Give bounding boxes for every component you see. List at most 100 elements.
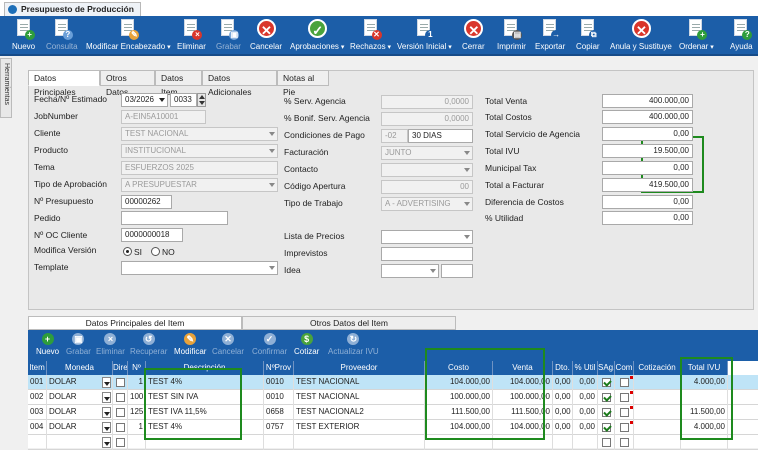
cell-sag[interactable] — [598, 375, 615, 390]
chevron-down-icon[interactable] — [102, 392, 111, 403]
noc-cliente-field[interactable]: 0000000018 — [121, 228, 183, 242]
sag-checkbox[interactable] — [602, 408, 611, 417]
cell-sag[interactable] — [598, 405, 615, 420]
tab-datos-adicionales[interactable]: Datos Adicionales — [202, 70, 277, 97]
rechazos-button[interactable]: ✕ Rechazos ▾ — [350, 18, 391, 51]
fecha-select[interactable]: 03/2026 — [121, 93, 168, 107]
dire-checkbox[interactable] — [116, 378, 125, 387]
sag-checkbox[interactable] — [602, 438, 611, 447]
item-modificar-button[interactable]: ✎ Modificar — [174, 332, 206, 356]
chevron-down-icon[interactable] — [102, 407, 111, 418]
col-header-dire[interactable]: Dire — [113, 361, 128, 375]
cerrar-button[interactable]: ✕ Cerrar — [462, 18, 485, 51]
col-header-moneda[interactable]: Moneda — [47, 361, 113, 375]
descripcion-highlight — [144, 368, 242, 440]
item-cotizar-button[interactable]: $ Cotizar — [294, 332, 319, 356]
dire-checkbox[interactable] — [116, 438, 125, 447]
col-header-sag[interactable]: SAg. — [598, 361, 615, 375]
copiar-button[interactable]: ⧉ Copiar — [576, 18, 600, 51]
radio-si[interactable] — [123, 247, 132, 256]
chevron-down-icon: ▾ — [165, 44, 171, 51]
eliminar-button[interactable]: × Eliminar — [177, 18, 206, 51]
lista-precios-label: Lista de Precios — [284, 231, 345, 241]
radio-no[interactable] — [151, 247, 160, 256]
cell-moneda[interactable]: DOLAR — [47, 420, 113, 435]
col-header-util[interactable]: % Util — [573, 361, 598, 375]
npresupuesto-field[interactable]: 00000262 — [121, 195, 172, 209]
idea-code-field[interactable] — [441, 264, 473, 278]
idea-select[interactable] — [381, 264, 439, 278]
sag-checkbox[interactable] — [602, 378, 611, 387]
table-row[interactable]: 003 DOLAR 125 TEST IVA 11,5% 0658 TEST NACION… — [28, 405, 758, 420]
col-header-com[interactable]: Com — [615, 361, 634, 375]
fecha-value: 03/2026 — [125, 95, 154, 104]
cell-dire[interactable] — [113, 390, 128, 405]
chevron-down-icon[interactable] — [102, 377, 111, 388]
cell-dire[interactable] — [113, 420, 128, 435]
copy-icon: ⧉ — [577, 18, 599, 40]
table-row[interactable]: 002 DOLAR 100 TEST SIN IVA 0010 TEST NACIONAL… — [28, 390, 758, 405]
window-tab[interactable]: Presupuesto de Producción — [4, 2, 141, 16]
anula-sustituye-button[interactable]: ✕ Anula y Sustituye — [610, 18, 672, 51]
tab-otros-datos[interactable]: Otros Datos — [100, 70, 155, 97]
estimado-spinner[interactable] — [197, 93, 206, 107]
cell-com[interactable] — [615, 390, 634, 405]
com-checkbox[interactable] — [620, 393, 629, 402]
imprevistos-field[interactable] — [381, 247, 473, 261]
table-row[interactable]: 004 DOLAR 1 TEST 4% 0757 TEST EXTERIOR 104.000… — [28, 420, 758, 435]
cell-moneda[interactable]: DOLAR — [47, 390, 113, 405]
version-inicial-button[interactable]: 1 Versión Inicial ▾ — [397, 18, 452, 51]
cell-com[interactable] — [615, 420, 634, 435]
dire-checkbox[interactable] — [116, 423, 125, 432]
item-nuevo-button[interactable]: + Nuevo — [36, 332, 59, 356]
com-checkbox[interactable] — [620, 438, 629, 447]
template-select[interactable] — [121, 261, 278, 275]
cell-dire[interactable] — [113, 375, 128, 390]
cell-sag[interactable] — [598, 420, 615, 435]
sag-checkbox[interactable] — [602, 393, 611, 402]
aprobaciones-button[interactable]: ✓ Aprobaciones ▾ — [290, 18, 344, 51]
modificar-encabezado-button[interactable]: ✎ Modificar Encabezado ▾ — [86, 18, 171, 51]
com-checkbox[interactable] — [620, 423, 629, 432]
cell-com[interactable] — [615, 405, 634, 420]
cond-pago-field[interactable]: 30 DIAS — [408, 129, 473, 143]
chevron-down-icon[interactable] — [102, 422, 111, 433]
cell-moneda[interactable]: DOLAR — [47, 375, 113, 390]
cell-com[interactable] — [615, 375, 634, 390]
nuevo-button[interactable]: + Nuevo — [12, 18, 35, 51]
tab-datos-item[interactable]: Datos Item — [155, 70, 202, 97]
cell-util: 0,00 — [573, 405, 598, 420]
cell-moneda[interactable]: DOLAR — [47, 405, 113, 420]
chevron-down-icon[interactable] — [102, 437, 111, 448]
imprimir-button[interactable]: ▤ Imprimir — [497, 18, 526, 51]
item-recuperar-label: Recuperar — [130, 347, 168, 356]
table-row[interactable]: 001 DOLAR 1 TEST 4% 0010 TEST NACIONAL 104.000… — [28, 375, 758, 390]
cancelar-button[interactable]: ✕ Cancelar — [250, 18, 282, 51]
col-header-item[interactable]: Item — [28, 361, 47, 375]
tab-otros-datos-item[interactable]: Otros Datos del Item — [242, 316, 456, 330]
tab-notas-al-pie[interactable]: Notas al Pie — [277, 70, 329, 97]
tools-sidebar[interactable]: Herramientas — [0, 58, 12, 118]
radio-si-label: SI — [134, 247, 143, 257]
cell-sag[interactable] — [598, 390, 615, 405]
dire-checkbox[interactable] — [116, 408, 125, 417]
col-header-prov[interactable]: Proveedor — [294, 361, 425, 375]
moneda-value: DOLAR — [49, 422, 77, 431]
col-header-dto[interactable]: Dto. — [553, 361, 573, 375]
tab-datos-principales-item[interactable]: Datos Principales del Item — [28, 316, 242, 330]
tab-datos-principales[interactable]: Datos Principales — [28, 70, 100, 97]
col-header-nprov[interactable]: NºProv — [264, 361, 294, 375]
col-header-cot[interactable]: Cotización — [634, 361, 681, 375]
cell-nprov: 0757 — [264, 420, 294, 435]
lista-precios-select[interactable] — [381, 230, 473, 244]
com-checkbox[interactable] — [620, 378, 629, 387]
pedido-field[interactable] — [121, 211, 228, 225]
ordenar-button[interactable]: + Ordenar ▾ — [679, 18, 714, 51]
exportar-button[interactable]: → Exportar — [535, 18, 565, 51]
com-checkbox[interactable] — [620, 408, 629, 417]
ayuda-button[interactable]: ? Ayuda — [730, 18, 753, 51]
dire-checkbox[interactable] — [116, 393, 125, 402]
cell-dire[interactable] — [113, 405, 128, 420]
sag-checkbox[interactable] — [602, 423, 611, 432]
estimado-field[interactable]: 0033 — [170, 93, 197, 107]
